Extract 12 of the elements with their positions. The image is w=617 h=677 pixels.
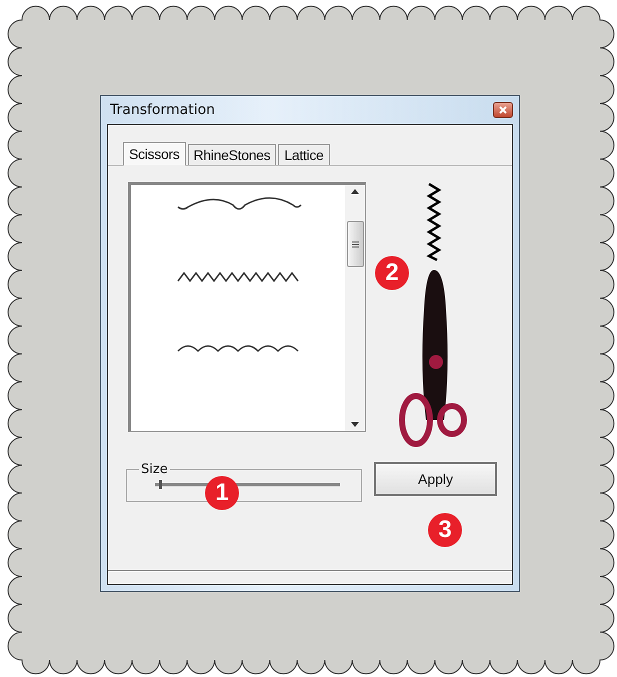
close-button[interactable] <box>493 102 513 118</box>
tab[interactable]: RhineStones <box>188 144 276 165</box>
scroll-thumb[interactable] <box>346 221 364 267</box>
apply-button[interactable]: Apply <box>374 462 497 496</box>
tab[interactable]: Lattice <box>278 144 330 165</box>
window-title: Transformation <box>110 102 216 118</box>
slider-thumb[interactable] <box>158 480 162 489</box>
scroll-down-icon[interactable] <box>351 422 359 427</box>
tab[interactable]: Scissors <box>123 142 186 166</box>
scroll-up-icon[interactable] <box>351 189 359 194</box>
close-icon <box>499 106 507 114</box>
size-label: Size <box>140 462 169 477</box>
